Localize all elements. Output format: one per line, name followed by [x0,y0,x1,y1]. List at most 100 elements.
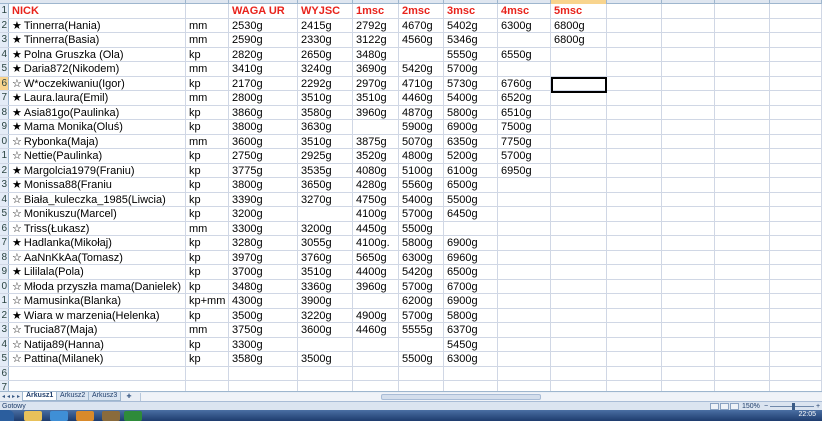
empty-cell[interactable] [770,279,822,293]
weight-cell[interactable]: 5700g [399,207,444,221]
type-cell[interactable]: kp [186,352,229,366]
nick-cell[interactable]: ☆ W*oczekiwaniu(Igor) [9,76,186,90]
empty-cell[interactable] [770,250,822,264]
column-title-cell[interactable]: WYJSC [298,4,353,18]
weight-cell[interactable]: 6950g [498,163,551,177]
empty-cell[interactable] [607,4,662,18]
row-number[interactable]: 1 [0,294,9,308]
weight-cell[interactable] [353,366,399,380]
empty-cell[interactable] [770,76,822,90]
empty-cell[interactable] [715,207,770,221]
weight-cell[interactable] [353,120,399,134]
weight-cell[interactable] [551,149,607,163]
empty-cell[interactable] [607,207,662,221]
column-title-cell[interactable] [186,4,229,18]
nick-cell[interactable]: ★ Margolcia1979(Franiu) [9,163,186,177]
empty-cell[interactable] [770,352,822,366]
weight-cell[interactable]: 4670g [399,18,444,32]
weight-cell[interactable]: 2820g [229,47,298,61]
empty-cell[interactable] [607,381,662,391]
type-cell[interactable]: kp [186,120,229,134]
empty-cell[interactable] [662,265,715,279]
nick-cell[interactable]: ☆ Pattina(Milanek) [9,352,186,366]
weight-cell[interactable] [551,120,607,134]
weight-cell[interactable]: 6900g [444,294,498,308]
empty-cell[interactable] [662,207,715,221]
weight-cell[interactable]: 2650g [298,47,353,61]
nick-cell[interactable]: ★ Daria872(Nikodem) [9,62,186,76]
row-number[interactable]: 4 [0,47,9,61]
weight-cell[interactable]: 3960g [353,279,399,293]
weight-cell[interactable] [551,294,607,308]
row-number[interactable]: 7 [0,236,9,250]
weight-cell[interactable]: 5700g [399,279,444,293]
nick-cell[interactable]: ☆ Triss(Łukasz) [9,221,186,235]
empty-cell[interactable] [662,33,715,47]
weight-cell[interactable] [551,134,607,148]
weight-cell[interactable]: 3122g [353,33,399,47]
empty-cell[interactable] [715,323,770,337]
weight-cell[interactable] [551,337,607,351]
weight-cell[interactable] [498,192,551,206]
row-number[interactable]: 1 [0,149,9,163]
weight-cell[interactable]: 3750g [229,323,298,337]
empty-cell[interactable] [770,323,822,337]
weight-cell[interactable]: 3630g [298,120,353,134]
weight-cell[interactable] [551,91,607,105]
type-cell[interactable]: kp [186,265,229,279]
weight-cell[interactable]: 5900g [399,120,444,134]
type-cell[interactable]: kp [186,47,229,61]
weight-cell[interactable]: 5500g [444,192,498,206]
empty-cell[interactable] [715,33,770,47]
empty-cell[interactable] [715,105,770,119]
empty-cell[interactable] [715,250,770,264]
empty-cell[interactable] [607,279,662,293]
weight-cell[interactable] [551,279,607,293]
weight-cell[interactable] [551,265,607,279]
weight-cell[interactable]: 2590g [229,33,298,47]
empty-cell[interactable] [715,352,770,366]
weight-cell[interactable]: 3600g [229,134,298,148]
weight-cell[interactable] [551,47,607,61]
row-number[interactable]: 0 [0,279,9,293]
weight-cell[interactable] [353,381,399,391]
column-title-cell[interactable]: WAGA UR [229,4,298,18]
type-cell[interactable]: kp+mm [186,294,229,308]
nick-cell[interactable]: ☆ Młoda przyszła mama(Danielek) [9,279,186,293]
empty-cell[interactable] [770,33,822,47]
type-cell[interactable]: mm [186,323,229,337]
empty-cell[interactable] [662,221,715,235]
empty-cell[interactable] [715,120,770,134]
weight-cell[interactable] [551,163,607,177]
row-number[interactable]: 9 [0,120,9,134]
weight-cell[interactable] [298,366,353,380]
type-cell[interactable]: kp [186,279,229,293]
weight-cell[interactable]: 6800g [551,33,607,47]
row-number[interactable]: 8 [0,105,9,119]
weight-cell[interactable]: 6760g [498,76,551,90]
weight-cell[interactable] [498,178,551,192]
empty-cell[interactable] [715,91,770,105]
weight-cell[interactable] [498,33,551,47]
weight-cell[interactable]: 3900g [298,294,353,308]
type-cell[interactable]: kp [186,236,229,250]
weight-cell[interactable]: 3760g [298,250,353,264]
weight-cell[interactable] [353,337,399,351]
start-button-icon[interactable] [0,410,14,421]
weight-cell[interactable] [551,323,607,337]
row-number[interactable]: 6 [0,366,9,380]
type-cell[interactable]: kp [186,337,229,351]
empty-cell[interactable] [607,33,662,47]
column-title-cell[interactable]: 4msc [498,4,551,18]
empty-cell[interactable] [715,47,770,61]
empty-cell[interactable] [662,381,715,391]
weight-cell[interactable]: 3510g [298,91,353,105]
weight-cell[interactable]: 3390g [229,192,298,206]
weight-cell[interactable] [551,366,607,380]
empty-cell[interactable] [607,352,662,366]
empty-cell[interactable] [715,178,770,192]
nick-cell[interactable]: ★ Polna Gruszka (Ola) [9,47,186,61]
empty-cell[interactable] [715,366,770,380]
weight-cell[interactable]: 3600g [298,323,353,337]
empty-cell[interactable] [770,163,822,177]
